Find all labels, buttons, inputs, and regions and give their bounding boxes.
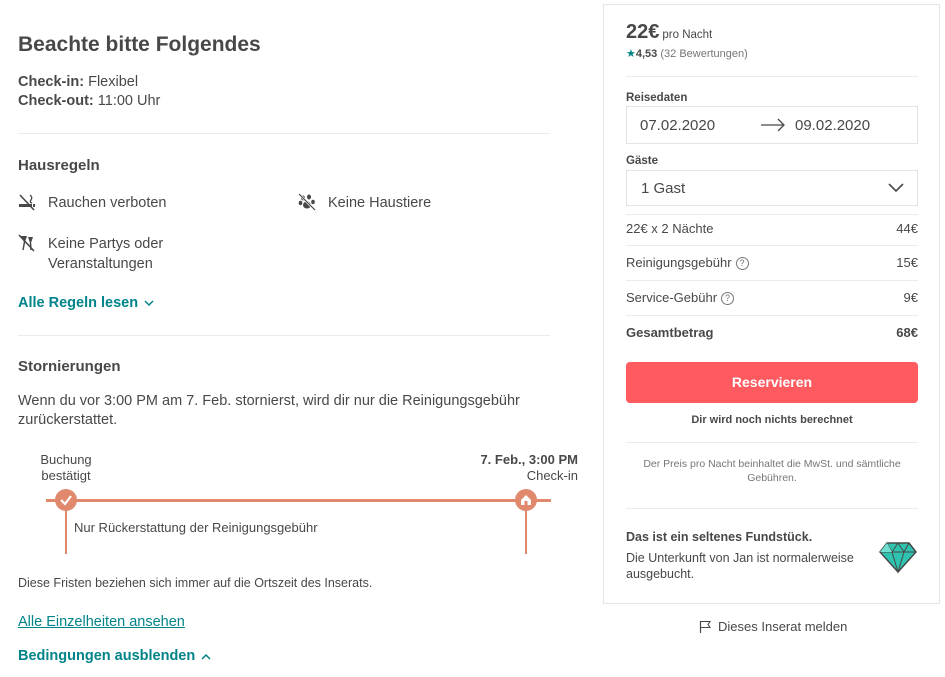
timeline-start-line1: Buchung (40, 452, 92, 467)
divider (626, 280, 918, 281)
price-line-value: 15€ (896, 255, 918, 270)
rule-label: Keine Haustiere (328, 195, 432, 211)
timeline-end-label: 7. Feb., 3:00 PM Check-in (458, 452, 578, 484)
price-value: 22€ (626, 21, 660, 43)
checkin-date-input[interactable]: 07.02.2020 (640, 117, 715, 134)
rule-label: Rauchen verboten (48, 195, 167, 211)
divider (626, 76, 918, 77)
divider (626, 442, 918, 443)
rating-value: 4,53 (635, 48, 658, 60)
checkin-marker (515, 489, 537, 511)
checkin-value: Flexibel (84, 74, 139, 90)
divider (18, 133, 550, 134)
checkout-label: Check-out: (18, 93, 94, 109)
flag-icon (699, 620, 712, 633)
checkin-info: Check-in: Flexibel (18, 74, 138, 90)
hide-conditions-link[interactable]: Bedingungen ausblenden (18, 648, 211, 664)
checkmark-icon (60, 495, 72, 506)
chevron-down-icon (144, 300, 154, 306)
guests-select[interactable]: 1 Gast (626, 170, 918, 206)
price-total: Gesamtbetrag 68€ (626, 325, 918, 340)
rules-heading: Beachte bitte Folgendes (18, 33, 261, 56)
timeline-bar (46, 499, 551, 502)
divider (626, 315, 918, 316)
rule-no-smoking: Rauchen verboten (18, 193, 278, 215)
timeline-start-label: Buchung bestätigt (18, 452, 114, 484)
report-listing-label: Dieses Inserat melden (718, 619, 848, 634)
price-line-value: 9€ (903, 290, 918, 305)
divider (626, 214, 918, 215)
divider (626, 245, 918, 246)
cancellation-text: Wenn du vor 3:00 PM am 7. Feb. storniers… (18, 393, 520, 428)
review-count: (32 Bewertungen) (660, 48, 748, 60)
rare-find-text: Die Unterkunft von Jan ist normalerweise… (626, 551, 854, 581)
timeline-end-line1: 7. Feb., 3:00 PM (480, 452, 578, 467)
price-line-label: Reinigungsgebühr (626, 255, 732, 270)
booking-panel: 22€ pro Nacht ★4,53 (32 Bewertungen) Reis… (603, 4, 940, 604)
chevron-down-icon (888, 183, 904, 193)
divider (626, 508, 918, 509)
checkout-date-input[interactable]: 09.02.2020 (795, 117, 870, 134)
cancellation-heading: Stornierungen (18, 358, 121, 375)
home-icon (521, 495, 531, 505)
no-pets-icon (298, 193, 316, 211)
rule-no-pets: Keine Haustiere (298, 193, 518, 215)
reserve-button[interactable]: Reservieren (626, 362, 918, 403)
timeline-start-line2: bestätigt (41, 468, 91, 483)
total-value: 68€ (896, 325, 918, 340)
booking-panel-content: 22€ pro Nacht ★4,53 (32 Bewertungen) Reis… (626, 5, 918, 605)
timeline-segment-label: Nur Rückerstattung der Reinigungsgebühr (74, 520, 318, 535)
rule-label: Keine Partys oder Veranstaltungen (48, 236, 164, 272)
price-line-label: 22€ x 2 Nächte (626, 221, 714, 236)
rare-find-title: Das ist ein seltenes Fundstück. (626, 530, 813, 544)
price-line-cleaning: Reinigungsgebühr? 15€ (626, 255, 918, 270)
nightly-price: 22€ pro Nacht (626, 21, 712, 44)
price-line-label: Service-Gebühr (626, 290, 718, 305)
total-label: Gesamtbetrag (626, 325, 714, 340)
checkin-label: Check-in: (18, 74, 85, 90)
arrow-right-icon (761, 118, 785, 132)
checkout-info: Check-out: 11:00 Uhr (18, 93, 160, 109)
price-line-value: 44€ (896, 221, 918, 236)
price-line-service: Service-Gebühr? 9€ (626, 290, 918, 305)
timeline-end-line2: Check-in (526, 468, 578, 483)
per-night-label: pro Nacht (662, 29, 713, 41)
read-all-rules-link[interactable]: Alle Regeln lesen (18, 295, 154, 311)
guests-value: 1 Gast (641, 180, 686, 197)
price-line-nights: 22€ x 2 Nächte 44€ (626, 221, 918, 236)
star-icon: ★ (626, 48, 636, 60)
read-all-rules-label: Alle Regeln lesen (18, 295, 139, 311)
tax-note: Der Preis pro Nacht beinhaltet die MwSt.… (643, 458, 901, 484)
divider (18, 335, 550, 336)
timezone-note: Diese Fristen beziehen sich immer auf di… (18, 576, 373, 590)
diamond-icon (879, 542, 917, 574)
chevron-up-icon (201, 653, 211, 660)
no-smoking-icon (19, 194, 35, 211)
no-parties-icon (18, 234, 35, 252)
all-details-link[interactable]: Alle Einzelheiten ansehen (18, 614, 185, 630)
dates-label: Reisedaten (626, 92, 688, 104)
info-icon[interactable]: ? (721, 292, 735, 305)
report-listing-link[interactable]: Dieses Inserat melden (699, 619, 847, 634)
info-icon[interactable]: ? (735, 257, 749, 270)
house-rules-heading: Hausregeln (18, 157, 100, 174)
rating-summary: ★4,53 (32 Bewertungen) (626, 47, 748, 60)
rule-no-parties: Keine Partys oder Veranstaltungen (18, 234, 218, 276)
booking-confirmed-marker (55, 489, 77, 511)
no-charge-note: Dir wird noch nichts berechnet (691, 414, 853, 426)
checkout-value: 11:00 Uhr (93, 93, 161, 109)
date-range-picker: 07.02.2020 09.02.2020 (626, 106, 918, 144)
hide-conditions-label: Bedingungen ausblenden (18, 648, 196, 664)
guests-label: Gäste (626, 155, 658, 167)
